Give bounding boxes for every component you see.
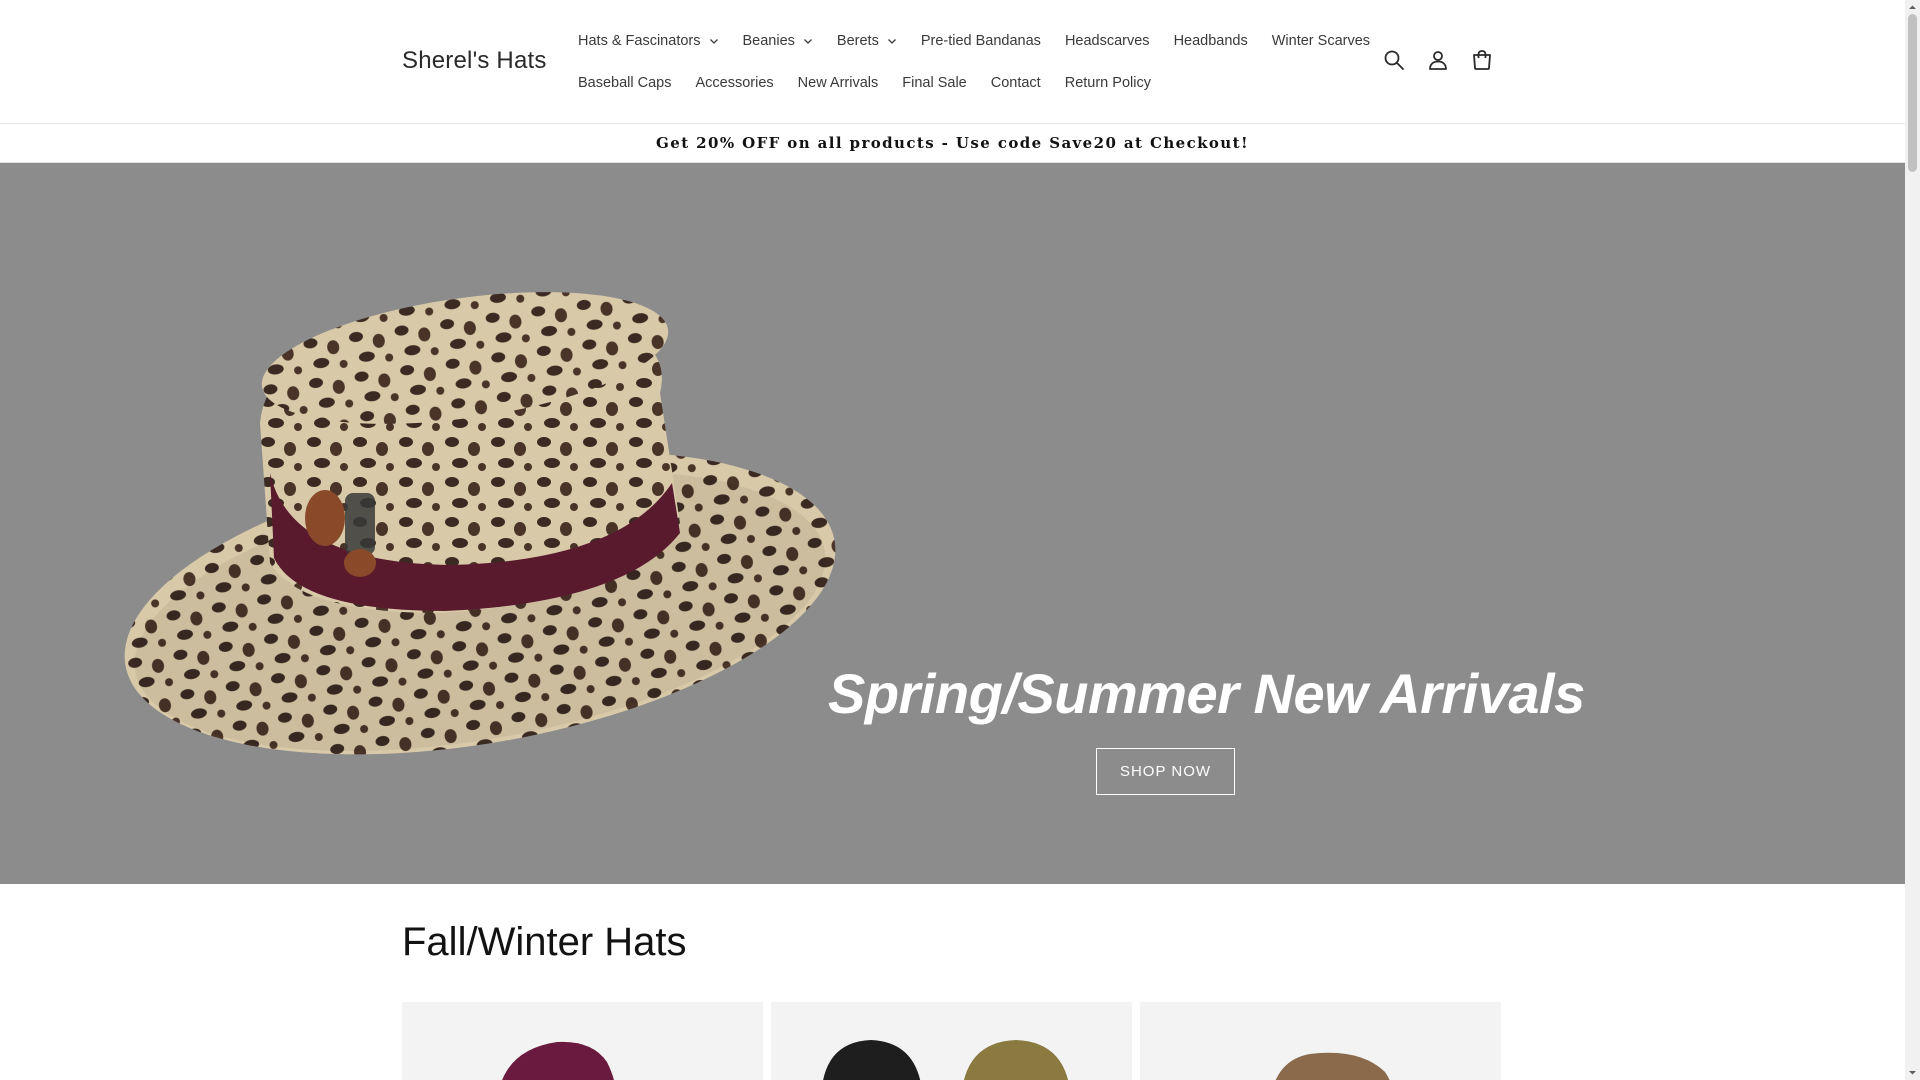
store-logo[interactable]: Sherel's Hats bbox=[402, 47, 547, 75]
chevron-down-icon bbox=[887, 39, 896, 44]
shop-now-button[interactable]: SHOP NOW bbox=[1096, 748, 1235, 795]
scrollbar-thumb[interactable] bbox=[1908, 14, 1917, 172]
nav-item-label: Berets bbox=[836, 33, 879, 49]
cart-button[interactable] bbox=[1470, 48, 1494, 72]
nav-item-pre-tied-bandanas[interactable]: Pre-tied Bandanas bbox=[921, 33, 1041, 49]
nav-item-label: Final Sale bbox=[902, 75, 967, 91]
announcement-text: Get 20% OFF on all products - Use code S… bbox=[656, 134, 1249, 152]
nav-item-headscarves[interactable]: Headscarves bbox=[1065, 33, 1150, 49]
hero-banner: Spring/Summer New Arrivals SHOP NOW bbox=[0, 163, 1905, 884]
nav-item-label: Beanies bbox=[742, 33, 795, 49]
cart-icon bbox=[1473, 50, 1491, 70]
hero-title: Spring/Summer New Arrivals bbox=[828, 662, 1585, 725]
collection-title: Fall/Winter Hats bbox=[402, 920, 687, 964]
chevron-down-icon bbox=[803, 39, 812, 44]
header-icons bbox=[1382, 48, 1494, 72]
nav-row-1: Hats & Fascinators Beanies Berets Pre-ti… bbox=[566, 30, 1370, 52]
leopard-hat-image bbox=[124, 292, 836, 755]
nav-item-label: Baseball Caps bbox=[578, 75, 672, 91]
tan-hat-image bbox=[1275, 1052, 1390, 1080]
site-header: Sherel's Hats Hats & Fascinators Beanies… bbox=[0, 0, 1905, 124]
chevron-down-icon bbox=[709, 39, 718, 44]
nav-item-return-policy[interactable]: Return Policy bbox=[1065, 75, 1151, 91]
nav-item-label: Winter Scarves bbox=[1271, 33, 1371, 49]
account-icon bbox=[1429, 51, 1447, 70]
product-card[interactable] bbox=[771, 1002, 1132, 1080]
scroll-down-icon[interactable] bbox=[1908, 1068, 1917, 1077]
nav-item-label: Contact bbox=[990, 75, 1041, 91]
account-button[interactable] bbox=[1426, 48, 1450, 72]
page-scrollbar[interactable] bbox=[1905, 0, 1920, 1080]
nav-item-final-sale[interactable]: Final Sale bbox=[902, 75, 966, 91]
nav-item-hats-fascinators[interactable]: Hats & Fascinators bbox=[578, 33, 719, 49]
nav-item-headbands[interactable]: Headbands bbox=[1174, 33, 1248, 49]
nav-item-berets[interactable]: Berets bbox=[837, 33, 897, 49]
scroll-up-icon[interactable] bbox=[1908, 3, 1917, 12]
nav-item-contact[interactable]: Contact bbox=[991, 75, 1041, 91]
product-card[interactable] bbox=[402, 1002, 763, 1080]
beanies-image bbox=[823, 1040, 1068, 1080]
nav-item-baseball-caps[interactable]: Baseball Caps bbox=[578, 75, 672, 91]
nav-item-label: Pre-tied Bandanas bbox=[920, 33, 1041, 49]
nav-item-label: Accessories bbox=[695, 75, 774, 91]
purple-hat-image bbox=[502, 1041, 614, 1080]
nav-item-beanies[interactable]: Beanies bbox=[743, 33, 813, 49]
nav-item-label: New Arrivals bbox=[797, 75, 879, 91]
product-card[interactable] bbox=[1140, 1002, 1501, 1080]
collection-grid bbox=[402, 1002, 1501, 1080]
nav-item-label: Return Policy bbox=[1064, 75, 1151, 91]
announcement-bar: Get 20% OFF on all products - Use code S… bbox=[0, 124, 1905, 163]
nav-item-winter-scarves[interactable]: Winter Scarves bbox=[1272, 33, 1370, 49]
nav-item-new-arrivals[interactable]: New Arrivals bbox=[798, 75, 879, 91]
nav-item-label: Headbands bbox=[1173, 33, 1248, 49]
nav-row-2: Baseball Caps Accessories New Arrivals F… bbox=[566, 72, 1346, 94]
nav-item-label: Headscarves bbox=[1064, 33, 1150, 49]
search-button[interactable] bbox=[1382, 48, 1406, 72]
nav-item-accessories[interactable]: Accessories bbox=[696, 75, 774, 91]
search-icon bbox=[1384, 50, 1404, 70]
nav-item-label: Hats & Fascinators bbox=[578, 33, 701, 49]
main-nav: Hats & Fascinators Beanies Berets Pre-ti… bbox=[566, 30, 1370, 114]
